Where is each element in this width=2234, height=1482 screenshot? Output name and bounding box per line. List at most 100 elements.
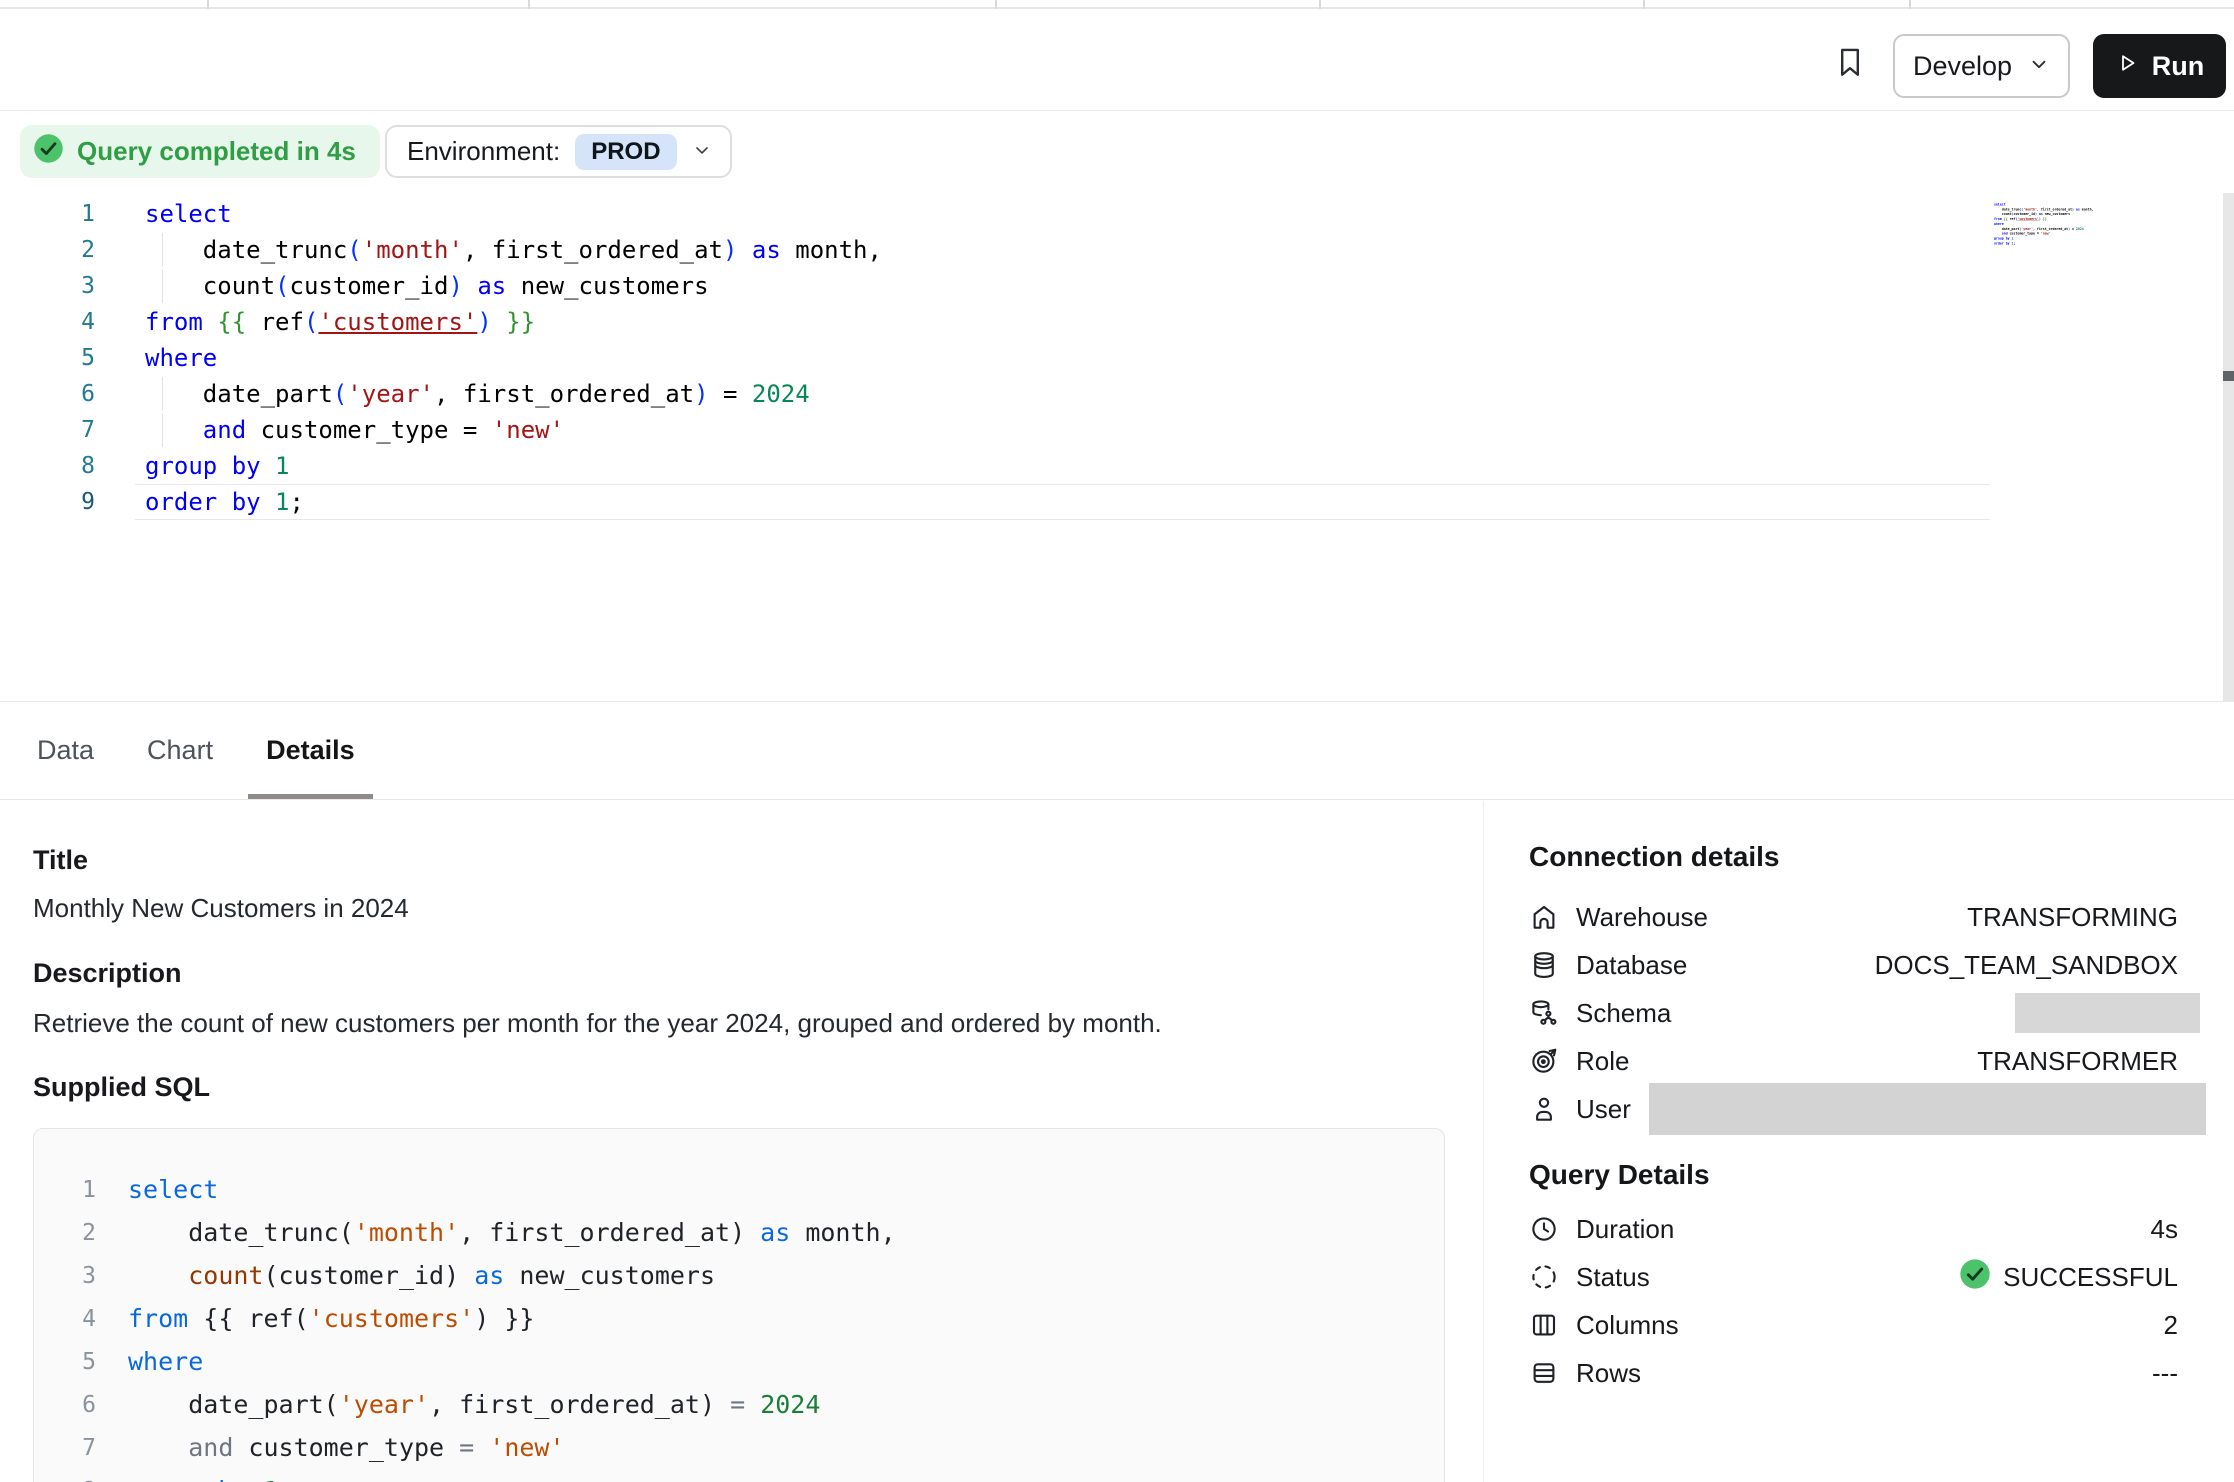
description-value: Retrieve the count of new customers per … <box>33 1008 1483 1039</box>
editor-minimap[interactable]: select date_trunc('month', first_ordered… <box>1994 202 2106 266</box>
line-code: where <box>135 340 1990 376</box>
detail-value <box>1649 1083 2178 1135</box>
code-token: = <box>709 380 752 408</box>
code-token: as <box>752 236 781 264</box>
top-tab-strip <box>0 0 2234 9</box>
detail-value-text: TRANSFORMING <box>1967 902 2178 933</box>
code-token: ( <box>304 308 318 336</box>
query-details-rows: Duration4sStatusSUCCESSFULColumns2Rows--… <box>1529 1205 2178 1397</box>
columns-icon <box>1529 1310 1559 1340</box>
detail-label: Schema <box>1576 998 1671 1029</box>
details-pane: Title Monthly New Customers in 2024 Desc… <box>0 801 1483 1482</box>
code-token: from <box>128 1304 188 1333</box>
tab-divider <box>1909 0 1911 9</box>
chevron-down-icon <box>2028 51 2050 82</box>
redacted-value <box>1649 1083 2206 1135</box>
code-token: 'new' <box>492 416 564 444</box>
code-token: from <box>145 308 203 336</box>
tab-chart[interactable]: Chart <box>147 702 213 799</box>
code-token <box>128 1261 188 1290</box>
bookmark-icon <box>1833 43 1867 86</box>
detail-value: DOCS_TEAM_SANDBOX <box>1875 950 2178 981</box>
supplied-sql-block: 1select2 date_trunc('month', first_order… <box>33 1128 1445 1482</box>
code-token: , first_ordered_at <box>434 380 694 408</box>
code-token: 'month' <box>2023 207 2037 211</box>
line-code: and customer_type = 'new' <box>128 1433 565 1462</box>
tab-data[interactable]: Data <box>37 702 94 799</box>
minimap-line: order by 1; <box>1994 241 2105 246</box>
code-token: month, <box>790 1218 895 1247</box>
line-code: date_part('year', first_ordered_at) = 20… <box>135 376 1990 412</box>
query-ide-page: { "top_bar": { "develop_label": "Develop… <box>0 0 2234 1482</box>
code-token: 1 <box>275 452 289 480</box>
code-token <box>145 416 203 444</box>
line-number: 1 <box>0 196 95 232</box>
environment-select[interactable]: Environment: PROD <box>385 125 732 178</box>
detail-row-database: DatabaseDOCS_TEAM_SANDBOX <box>1529 941 2178 989</box>
line-code: count(customer_id) as new_customers <box>128 1261 715 1290</box>
code-token: and <box>203 416 246 444</box>
code-token: where <box>145 344 217 372</box>
environment-value-badge: PROD <box>575 134 676 170</box>
editor-line-8: 8group by 1 <box>0 448 1990 484</box>
tab-details[interactable]: Details <box>266 702 355 799</box>
code-token: count <box>1994 212 2012 216</box>
detail-row-role: RoleTRANSFORMER <box>1529 1037 2178 1085</box>
tab-divider <box>1643 0 1645 9</box>
supplied-sql-line-3: 3 count(customer_id) as new_customers <box>34 1254 1444 1297</box>
line-number: 2 <box>34 1220 96 1246</box>
code-token: ; <box>290 488 304 516</box>
code-token: customer_type = <box>2008 232 2041 236</box>
detail-value-text: DOCS_TEAM_SANDBOX <box>1875 950 2178 981</box>
detail-row-warehouse: Warehouse TRANSFORMING <box>1529 893 2178 941</box>
detail-label: Warehouse <box>1576 902 1708 933</box>
editor-line-3: 3 count(customer_id) as new_customers <box>0 268 1990 304</box>
line-number: 4 <box>34 1306 96 1332</box>
detail-row-schema: Schema <box>1529 989 2178 1037</box>
code-token: 'month' <box>362 236 463 264</box>
code-token: count <box>188 1261 263 1290</box>
editor-line-1: 1select <box>0 196 1990 232</box>
run-button[interactable]: Run <box>2093 34 2226 98</box>
code-token: 1 <box>275 488 289 516</box>
line-number: 8 <box>0 448 95 484</box>
line-code: date_part('year', first_ordered_at) = 20… <box>128 1390 820 1419</box>
detail-label: Rows <box>1576 1358 1641 1389</box>
code-token: ref <box>2008 217 2016 221</box>
header-bar: Develop Run <box>0 11 2234 111</box>
code-token: customer_type <box>233 1433 459 1462</box>
develop-button[interactable]: Develop <box>1893 34 2070 98</box>
code-token: 'customers' <box>2017 217 2038 221</box>
code-token: order by <box>145 488 261 516</box>
code-token: new_customers <box>506 272 708 300</box>
code-token: 2024 <box>2076 227 2084 231</box>
code-token <box>745 1390 760 1419</box>
code-token: as <box>474 1261 504 1290</box>
line-code: from {{ ref('customers') }} <box>135 304 1990 340</box>
code-token: group by <box>128 1476 248 1482</box>
detail-value-text: 2 <box>2164 1310 2178 1341</box>
detail-row-duration: Duration4s <box>1529 1205 2178 1253</box>
code-token: and <box>188 1433 233 1462</box>
bookmark-button[interactable] <box>1826 36 1874 92</box>
code-token: 1 <box>2012 237 2014 241</box>
code-token: date_trunc( <box>128 1218 354 1247</box>
code-token: select <box>128 1175 218 1204</box>
editor-scrollbar-thumb[interactable] <box>2223 371 2234 381</box>
line-code: date_trunc('month', first_ordered_at) as… <box>135 232 1990 268</box>
sql-editor[interactable]: 1select2 date_trunc('month', first_order… <box>0 196 1990 520</box>
code-token: 'new' <box>489 1433 564 1462</box>
editor-scrollbar[interactable] <box>2223 193 2234 702</box>
connection-details-rows: Warehouse TRANSFORMING DatabaseDOCS_TEAM_S… <box>1529 893 2178 1133</box>
detail-row-user: User <box>1529 1085 2178 1133</box>
editor-line-4: 4from {{ ref('customers') }} <box>0 304 1990 340</box>
line-number: 3 <box>34 1263 96 1289</box>
code-token: date_part( <box>128 1390 339 1419</box>
code-token: date_trunc <box>145 236 347 264</box>
detail-value-text: --- <box>2152 1358 2178 1389</box>
code-token: , first_ordered_at) <box>459 1218 760 1247</box>
code-token: customer_id <box>290 272 449 300</box>
supplied-sql-line-5: 5where <box>34 1340 1444 1383</box>
code-token: 'year' <box>2021 227 2033 231</box>
code-token <box>261 452 275 480</box>
